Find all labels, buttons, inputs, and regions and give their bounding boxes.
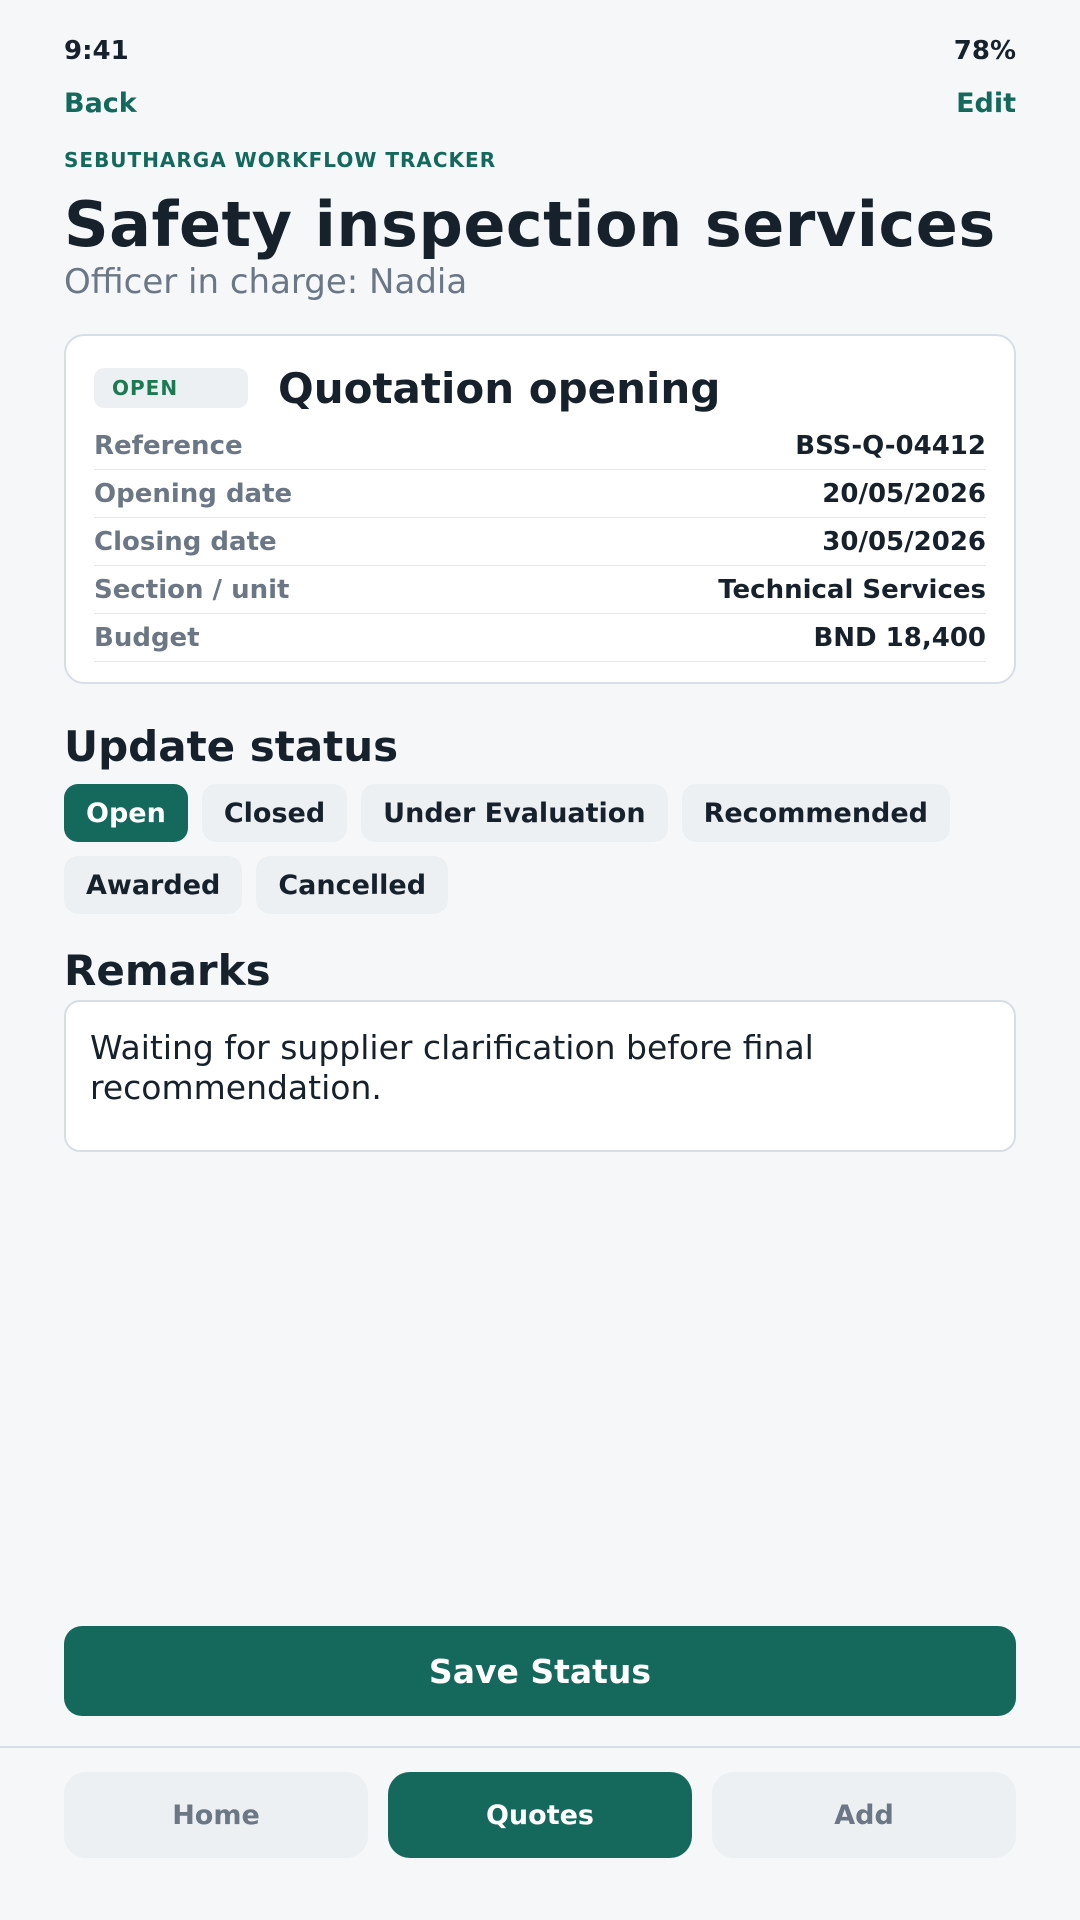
- status-badge: OPEN: [94, 368, 248, 408]
- detail-row-reference: Reference BSS-Q-04412: [94, 422, 986, 470]
- detail-value: Technical Services: [718, 574, 986, 605]
- bottom-tab-bar: Home Quotes Add: [64, 1772, 1016, 1858]
- quotation-card: OPEN Quotation opening Reference BSS-Q-0…: [64, 334, 1016, 684]
- app-eyebrow: SEBUTHARGA WORKFLOW TRACKER: [64, 148, 497, 172]
- detail-label: Reference: [94, 430, 243, 461]
- status-chip-recommended[interactable]: Recommended: [681, 784, 951, 842]
- detail-label: Opening date: [94, 478, 293, 509]
- detail-label: Closing date: [94, 526, 277, 557]
- tab-bar-divider: [0, 1746, 1080, 1748]
- tab-home[interactable]: Home: [64, 1772, 368, 1858]
- card-title: Quotation opening: [278, 363, 721, 413]
- status-chip-cancelled[interactable]: Cancelled: [256, 856, 449, 914]
- status-time: 9:41: [64, 36, 129, 66]
- status-chip-closed[interactable]: Closed: [201, 784, 348, 842]
- status-bar: 9:41 78%: [64, 36, 1016, 66]
- detail-value: 30/05/2026: [822, 526, 986, 557]
- detail-value: BSS-Q-04412: [795, 430, 986, 461]
- card-header: OPEN Quotation opening: [94, 362, 986, 414]
- detail-row-section: Section / unit Technical Services: [94, 566, 986, 614]
- officer-subtitle: Officer in charge: Nadia: [64, 262, 468, 302]
- detail-label: Budget: [94, 622, 200, 653]
- detail-label: Section / unit: [94, 574, 290, 605]
- detail-value: 20/05/2026: [822, 478, 986, 509]
- edit-button[interactable]: Edit: [956, 88, 1016, 119]
- save-status-button[interactable]: Save Status: [64, 1626, 1016, 1716]
- status-battery: 78%: [953, 36, 1016, 66]
- status-options: Open Closed Under Evaluation Recommended…: [64, 784, 1024, 914]
- remarks-heading: Remarks: [64, 946, 271, 995]
- status-chip-awarded[interactable]: Awarded: [64, 856, 243, 914]
- update-status-heading: Update status: [64, 722, 399, 771]
- status-chip-under-evaluation[interactable]: Under Evaluation: [361, 784, 668, 842]
- detail-row-budget: Budget BND 18,400: [94, 614, 986, 662]
- detail-row-opening-date: Opening date 20/05/2026: [94, 470, 986, 518]
- page-title: Safety inspection services: [64, 188, 996, 261]
- detail-value: BND 18,400: [813, 622, 986, 653]
- status-chip-open[interactable]: Open: [64, 784, 188, 842]
- back-button[interactable]: Back: [64, 88, 137, 119]
- detail-row-closing-date: Closing date 30/05/2026: [94, 518, 986, 566]
- tab-add[interactable]: Add: [712, 1772, 1016, 1858]
- remarks-textarea[interactable]: Waiting for supplier clarification befor…: [64, 1000, 1016, 1152]
- top-nav: Back Edit: [64, 88, 1016, 119]
- tab-quotes[interactable]: Quotes: [388, 1772, 692, 1858]
